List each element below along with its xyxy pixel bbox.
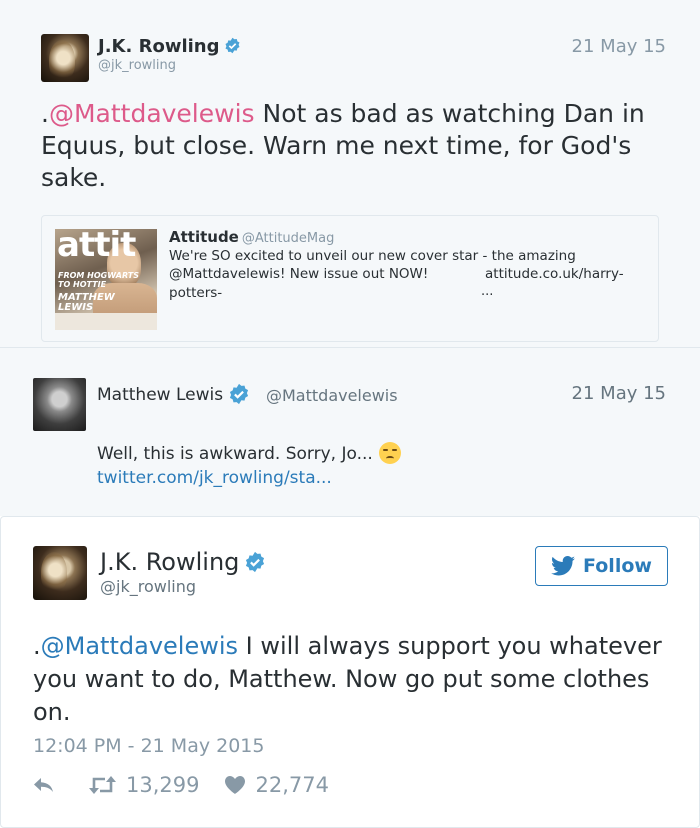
tweet2-handle[interactable]: @Mattdavelewis bbox=[266, 386, 398, 405]
tweet-actions: 13,299 22,774 bbox=[33, 770, 329, 800]
quoted-text-line1: We're SO excited to unveil our new cover… bbox=[169, 248, 576, 264]
retweet-button[interactable]: 13,299 bbox=[89, 773, 199, 797]
reply-button[interactable] bbox=[33, 776, 55, 794]
quoted-author[interactable]: Attitude @AttitudeMag bbox=[169, 228, 334, 246]
tweet3-author-name-text: J.K. Rowling bbox=[100, 548, 240, 576]
heart-icon bbox=[225, 776, 246, 794]
tweet1-mention-link[interactable]: @Mattdavelewis bbox=[49, 99, 255, 128]
retweet-count: 13,299 bbox=[126, 773, 200, 797]
tweet1-text-prefix: . bbox=[41, 99, 49, 128]
cover-name: MATTHEW LEWIS bbox=[58, 292, 115, 313]
tweet2-link[interactable]: twitter.com/jk_rowling/sta... bbox=[97, 468, 332, 488]
tweet2-text: Well, this is awkward. Sorry, Jo... bbox=[97, 442, 401, 465]
tweet-card-lewis bbox=[0, 348, 700, 516]
tweet3-handle[interactable]: @jk_rowling bbox=[100, 577, 196, 596]
twitter-bird-icon bbox=[551, 556, 576, 576]
pensive-face-icon bbox=[378, 442, 401, 464]
cover-shirt bbox=[55, 313, 157, 330]
verified-badge-icon bbox=[225, 37, 240, 54]
follow-button-label: Follow bbox=[583, 555, 652, 577]
follow-button[interactable]: Follow bbox=[535, 546, 668, 586]
tweet3-text: .@Mattdavelewis I will always support yo… bbox=[33, 630, 673, 729]
quoted-text-line2: @Mattdavelewis! New issue out NOW! bbox=[169, 266, 429, 282]
tweet2-text-body: Well, this is awkward. Sorry, Jo... bbox=[97, 444, 373, 464]
tweet3-timestamp[interactable]: 12:04 PM - 21 May 2015 bbox=[33, 735, 264, 757]
quoted-author-name: Attitude bbox=[169, 228, 239, 246]
tweet3-author-name[interactable]: J.K. Rowling bbox=[100, 548, 266, 576]
like-count: 22,774 bbox=[255, 773, 329, 797]
tweet1-date[interactable]: 21 May 15 bbox=[572, 36, 666, 57]
retweet-icon bbox=[89, 776, 116, 794]
quoted-ellipsis: ... bbox=[481, 284, 494, 299]
tweet1-handle[interactable]: @jk_rowling bbox=[98, 58, 176, 73]
reply-icon bbox=[34, 778, 53, 792]
verified-badge-icon bbox=[246, 551, 265, 572]
tweet2-date[interactable]: 21 May 15 bbox=[572, 383, 666, 404]
quoted-text-line3: potters- bbox=[169, 285, 223, 301]
tweet3-text-prefix: . bbox=[33, 632, 41, 660]
tweet2-author-name-text: Matthew Lewis bbox=[97, 385, 224, 405]
tweet3-mention-link[interactable]: @Mattdavelewis bbox=[41, 632, 238, 660]
tweet1-author-name-text: J.K. Rowling bbox=[98, 36, 220, 57]
cover-headline: FROM HOGWARTS TO HOTTIE bbox=[58, 271, 139, 289]
quoted-tweet-image[interactable]: attit FROM HOGWARTS TO HOTTIE MATTHEW LEWI… bbox=[55, 229, 157, 330]
quoted-tweet[interactable]: attit FROM HOGWARTS TO HOTTIE MATTHEW LEWI… bbox=[41, 215, 659, 342]
avatar-matthew-lewis[interactable] bbox=[33, 378, 86, 431]
tweet1-text: .@Mattdavelewis Not as bad as watching D… bbox=[41, 98, 671, 194]
verified-badge-icon bbox=[230, 383, 249, 404]
like-button[interactable]: 22,774 bbox=[225, 773, 329, 797]
magazine-masthead: attit bbox=[57, 229, 136, 265]
quoted-author-handle: @AttitudeMag bbox=[241, 231, 335, 246]
avatar-jk-rowling[interactable] bbox=[33, 546, 87, 600]
avatar-jk-rowling[interactable] bbox=[41, 34, 89, 82]
tweet1-author-name[interactable]: J.K. Rowling bbox=[98, 36, 241, 57]
tweet2-author-name[interactable]: Matthew Lewis bbox=[97, 383, 250, 405]
quoted-link[interactable]: attitude.co.uk/harry- bbox=[485, 266, 624, 282]
